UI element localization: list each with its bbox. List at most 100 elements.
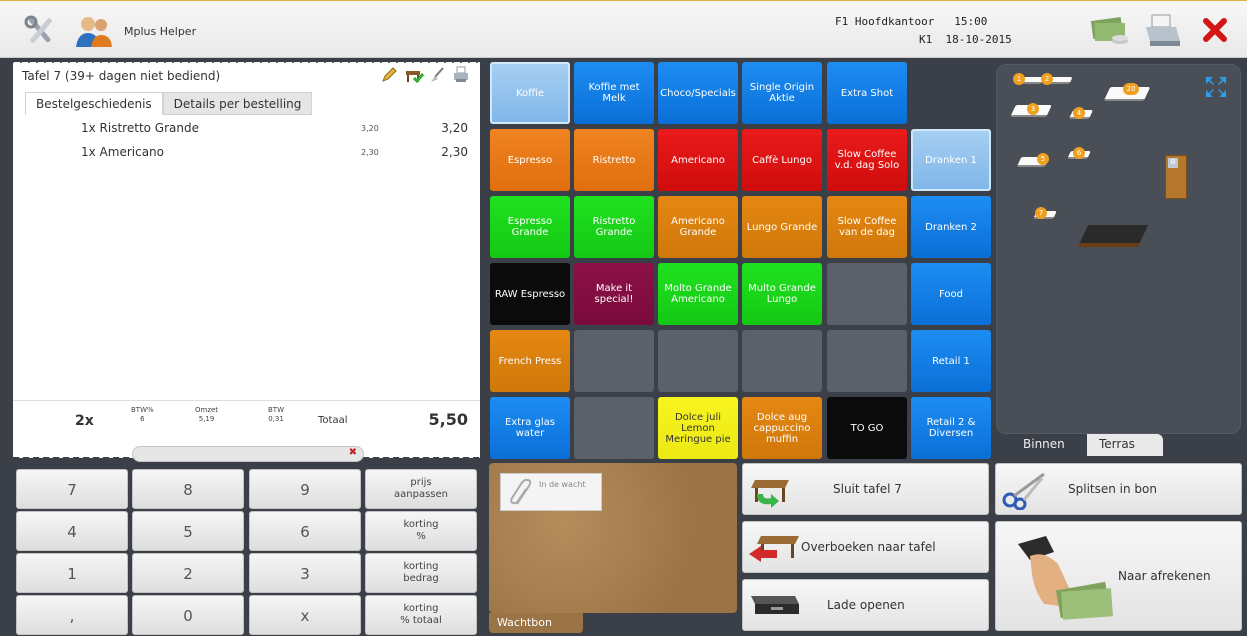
key-7[interactable]: 7	[16, 469, 128, 509]
category-button[interactable]: Dranken 2	[911, 196, 991, 258]
open-drawer-label: Lade openen	[827, 598, 905, 612]
clear-input-icon[interactable]: ✖	[349, 447, 357, 458]
floor-tabs: Binnen Terras	[1011, 434, 1163, 456]
checkout-label: Naar afrekenen	[1118, 569, 1211, 583]
order-panel: Tafel 7 (39+ dagen niet bediend) Bestelg…	[13, 58, 480, 457]
tab-terras[interactable]: Terras	[1087, 434, 1163, 456]
discount-pct-button[interactable]: korting%	[365, 511, 477, 551]
transfer-table-button[interactable]: Overboeken naar tafel	[742, 521, 989, 573]
empty-product-slot	[827, 330, 907, 392]
table-number: 5	[1037, 153, 1049, 165]
product-button[interactable]: Koffie met Melk	[574, 62, 654, 124]
table-check-icon[interactable]	[404, 66, 425, 84]
open-drawer-button[interactable]: Lade openen	[742, 579, 989, 631]
tools-icon[interactable]	[22, 13, 58, 49]
line-amount: 2,30	[441, 145, 468, 159]
category-button[interactable]: Retail 2 & Diversen	[911, 397, 991, 459]
product-button[interactable]: Molto Grande Americano	[658, 263, 738, 325]
line-description: 1x Ristretto Grande	[81, 121, 199, 135]
discount-total-line1: korting	[403, 603, 439, 614]
users-icon[interactable]	[74, 13, 112, 49]
product-button[interactable]: RAW Espresso	[490, 263, 570, 325]
register-label: K1	[919, 33, 933, 46]
price-adjust-line2: aanpassen	[394, 489, 448, 500]
key-comma[interactable]: ,	[16, 595, 128, 635]
empty-product-slot	[574, 397, 654, 459]
table-number: 7	[1035, 207, 1047, 219]
cash-drawer-icon	[751, 596, 799, 614]
product-button[interactable]: Ristretto	[574, 129, 654, 191]
broom-icon[interactable]	[428, 66, 446, 84]
product-button[interactable]: Dolce juli Lemon Meringue pie	[658, 397, 738, 459]
table-number: 20	[1123, 83, 1139, 95]
category-button[interactable]: Dranken 1	[911, 129, 991, 191]
print-order-icon[interactable]	[452, 66, 470, 84]
btw-pct-label: BTW%	[131, 406, 154, 414]
omzet-label: Omzet	[195, 406, 219, 414]
product-button[interactable]: TO GO	[827, 397, 907, 459]
key-4[interactable]: 4	[16, 511, 128, 551]
product-button[interactable]: Americano Grande	[658, 196, 738, 258]
product-button[interactable]: French Press	[490, 330, 570, 392]
product-button[interactable]: Extra Shot	[827, 62, 907, 124]
order-line[interactable]: 1x Ristretto Grande 3,20 3,20	[13, 118, 480, 142]
product-button[interactable]: Slow Coffee van de dag	[827, 196, 907, 258]
order-title: Tafel 7 (39+ dagen niet bediend)	[22, 69, 221, 83]
product-button[interactable]: Choco/Specials	[658, 62, 738, 124]
key-5[interactable]: 5	[132, 511, 244, 551]
split-bill-button[interactable]: Splitsen in bon	[995, 463, 1242, 515]
waiting-area-label: Wachtbon	[489, 613, 583, 633]
checkout-button[interactable]: Naar afrekenen	[995, 521, 1242, 631]
btw-label: BTW	[268, 406, 284, 414]
product-button[interactable]: Slow Coffee v.d. dag Solo	[827, 129, 907, 191]
line-unit-price: 3,20	[361, 124, 379, 133]
close-table-label: Sluit tafel 7	[833, 482, 902, 496]
product-button[interactable]: Espresso Grande	[490, 196, 570, 258]
product-button[interactable]: Dolce aug cappuccino muffin	[742, 397, 822, 459]
total-label: Totaal	[318, 415, 348, 426]
pencil-icon[interactable]	[380, 66, 398, 84]
key-multiply[interactable]: x	[249, 595, 361, 635]
discount-amount-button[interactable]: korting bedrag	[365, 553, 477, 593]
register-date: K1 18-10-2015	[919, 33, 1012, 46]
key-8[interactable]: 8	[132, 469, 244, 509]
key-3[interactable]: 3	[249, 553, 361, 593]
product-button[interactable]: Make it special!	[574, 263, 654, 325]
fullscreen-icon[interactable]	[1204, 75, 1228, 103]
table-green-arrow-icon	[751, 480, 789, 508]
key-1[interactable]: 1	[16, 553, 128, 593]
key-9[interactable]: 9	[249, 469, 361, 509]
close-icon[interactable]	[1200, 15, 1230, 45]
scan-input[interactable]: ✖	[132, 446, 364, 462]
order-totals: 2x BTW% 6 Omzet 5,19 BTW 0,31 Totaal 5,5…	[13, 400, 480, 445]
category-button[interactable]: Retail 1	[911, 330, 991, 392]
table-number: 4	[1073, 107, 1085, 119]
key-0[interactable]: 0	[132, 595, 244, 635]
tab-binnen[interactable]: Binnen	[1011, 434, 1087, 456]
waiting-ticket[interactable]: In de wacht	[500, 473, 602, 511]
product-button[interactable]: Lungo Grande	[742, 196, 822, 258]
close-table-button[interactable]: Sluit tafel 7	[742, 463, 989, 515]
tab-order-details[interactable]: Details per bestelling	[162, 92, 313, 115]
btw-col: BTW 0,31	[268, 406, 284, 424]
product-button[interactable]: Americano	[658, 129, 738, 191]
product-button[interactable]: Ristretto Grande	[574, 196, 654, 258]
category-button[interactable]: Food	[911, 263, 991, 325]
price-adjust-button[interactable]: prijs aanpassen	[365, 469, 477, 509]
key-6[interactable]: 6	[249, 511, 361, 551]
product-button[interactable]: Single Origin Aktie	[742, 62, 822, 124]
discount-total-line2: % totaal	[400, 615, 442, 626]
total-quantity: 2x	[75, 413, 94, 429]
discount-total-button[interactable]: korting% totaal	[365, 595, 477, 635]
order-line[interactable]: 1x Americano 2,30 2,30	[13, 142, 480, 166]
table-number: 6	[1073, 147, 1085, 159]
product-button[interactable]: Espresso	[490, 129, 570, 191]
product-button[interactable]: Caffè Lungo	[742, 129, 822, 191]
product-button[interactable]: Koffie	[490, 62, 570, 124]
key-2[interactable]: 2	[132, 553, 244, 593]
product-button[interactable]: Multo Grande Lungo	[742, 263, 822, 325]
product-button[interactable]: Extra glas water	[490, 397, 570, 459]
printer-icon[interactable]	[1142, 13, 1180, 49]
tab-order-history[interactable]: Bestelgeschiedenis	[25, 92, 163, 115]
cash-icon[interactable]	[1090, 13, 1128, 49]
